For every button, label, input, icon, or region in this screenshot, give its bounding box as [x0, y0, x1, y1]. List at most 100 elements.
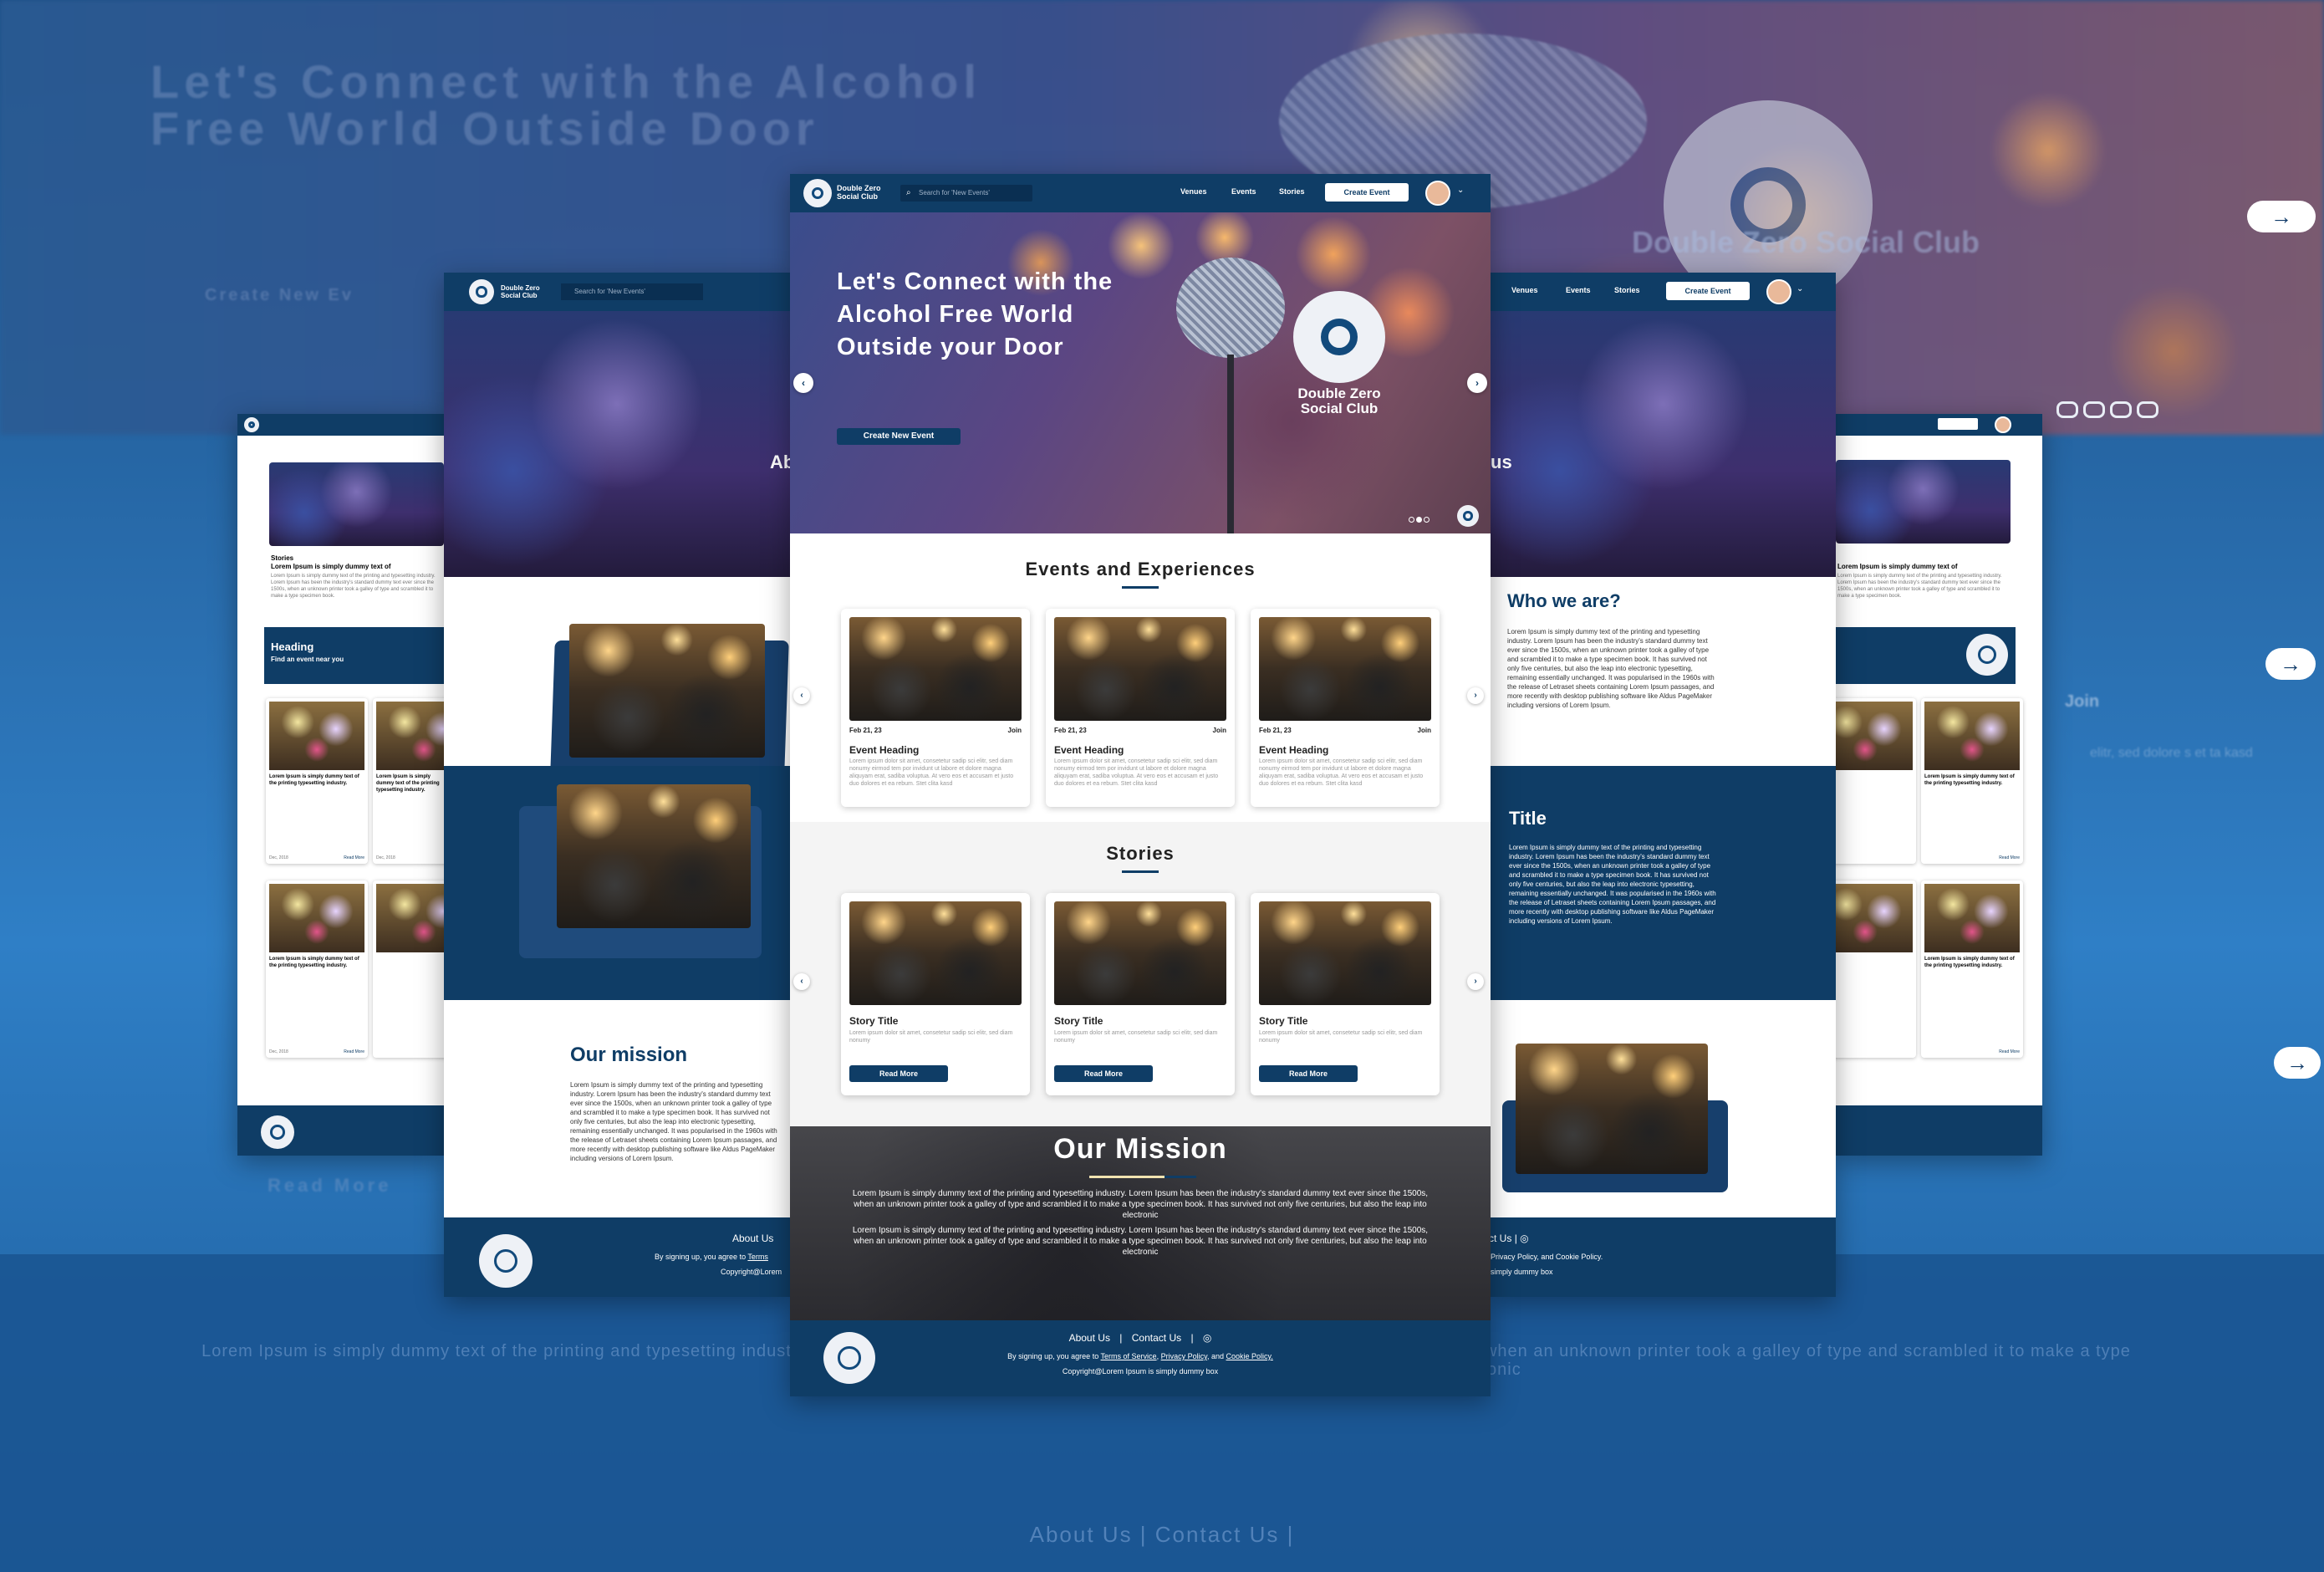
right-caret-icon[interactable]: ⌄ — [1797, 284, 1803, 293]
right-hero-heading: us — [1491, 452, 1512, 472]
left-footer-legal: By signing up, you agree to Terms — [655, 1253, 768, 1261]
contact-us-link[interactable]: Contact Us — [1132, 1332, 1181, 1344]
event-join-link[interactable]: Join — [1213, 727, 1226, 734]
cookie-link[interactable]: Cookie Policy. — [1226, 1352, 1273, 1360]
far-left-card-date: Dec, 2018 — [376, 855, 395, 860]
story-description: Lorem ipsum dolor sit amet, consetetur s… — [1259, 1030, 1423, 1044]
right-footer-contact[interactable]: ct Us | ◎ — [1491, 1233, 1529, 1244]
story-description: Lorem ipsum dolor sit amet, consetetur s… — [1054, 1030, 1218, 1044]
read-more-button[interactable]: Read More — [1259, 1065, 1358, 1082]
right-nav-venues[interactable]: Venues — [1511, 286, 1538, 294]
nav-stories[interactable]: Stories — [1279, 187, 1305, 196]
instagram-icon[interactable]: ◎ — [1203, 1332, 1211, 1344]
nav-venues[interactable]: Venues — [1180, 187, 1207, 196]
brand-logo[interactable] — [803, 179, 832, 207]
nav-events[interactable]: Events — [1231, 187, 1256, 196]
far-left-card-more[interactable]: Read More — [344, 854, 364, 863]
right-avatar[interactable] — [1766, 279, 1791, 304]
hero-pagination[interactable] — [1409, 512, 1431, 527]
mission-title: Our Mission — [1053, 1133, 1227, 1165]
far-right-card-image — [1924, 702, 2020, 770]
left-footer-about[interactable]: About Us — [732, 1233, 773, 1244]
mockup-right-about: Venues Events Stories Create Event ⌄ us … — [1491, 273, 1836, 1297]
mockup-home: Double Zero Social Club ⌕ Search for 'New … — [790, 174, 1491, 1396]
left-image-2 — [557, 784, 751, 928]
right-navbar: Venues Events Stories Create Event ⌄ — [1491, 273, 1836, 311]
far-left-footer-logo — [261, 1115, 294, 1149]
story-card[interactable]: Story Title Lorem ipsum dolor sit amet, … — [1046, 893, 1235, 1095]
background-hero-text: Let's Connect with the Alcohol Free Worl… — [150, 55, 981, 155]
stories-prev-arrow-icon[interactable]: ‹ — [793, 973, 810, 990]
far-left-heading-band: Heading Find an event near you — [264, 627, 444, 684]
hero-next-arrow-icon[interactable]: › — [1467, 373, 1487, 393]
instagram-icon[interactable]: ◎ — [1520, 1233, 1528, 1244]
far-right-footer — [1836, 1105, 2042, 1156]
footer-legal: By signing up, you agree to Terms of Ser… — [1007, 1352, 1273, 1360]
far-right-create-button[interactable] — [1938, 418, 1978, 430]
story-card[interactable]: Story Title Lorem ipsum dolor sit amet, … — [1251, 893, 1440, 1095]
background-snippet: elitr, sed dolore s et ta kasd — [2090, 746, 2253, 760]
right-nav-stories[interactable]: Stories — [1614, 286, 1640, 294]
events-section-title: Events and Experiences — [1025, 559, 1256, 579]
privacy-link[interactable]: Privacy Policy — [1161, 1352, 1207, 1360]
terms-link[interactable]: Terms of Service — [1101, 1352, 1157, 1360]
far-right-card-more[interactable]: Read More — [1999, 854, 2020, 863]
user-avatar[interactable] — [1425, 181, 1450, 206]
hero-prev-arrow-icon[interactable]: ‹ — [793, 373, 813, 393]
far-left-card-2: Lorem Ipsum is simply dummy text of the … — [373, 698, 444, 864]
event-card[interactable]: Feb 21, 23 Join Event Heading Lorem ipsu… — [1251, 609, 1440, 807]
event-join-link[interactable]: Join — [1008, 727, 1022, 734]
mission-paragraph-2: Lorem Ipsum is simply dummy text of the … — [852, 1226, 1429, 1257]
background-read-more: Read More — [268, 1175, 392, 1196]
story-card[interactable]: Story Title Lorem ipsum dolor sit amet, … — [841, 893, 1030, 1095]
story-image — [1054, 901, 1226, 1005]
event-card[interactable]: Feb 21, 23 Join Event Heading Lorem ipsu… — [1046, 609, 1235, 807]
far-left-card-more[interactable]: Read More — [344, 1048, 364, 1057]
stories-next-arrow-icon[interactable]: › — [1467, 973, 1484, 990]
create-event-button[interactable]: Create Event — [1325, 183, 1409, 202]
event-join-link[interactable]: Join — [1418, 727, 1431, 734]
events-next-arrow-icon[interactable]: › — [1467, 687, 1484, 704]
event-date: Feb 21, 23 — [1054, 727, 1087, 734]
far-left-story-text: Lorem Ipsum is simply dummy text of the … — [271, 574, 436, 599]
far-left-card-1: Lorem Ipsum is simply dummy text of the … — [266, 698, 368, 864]
right-footer-copy: simply dummy box — [1491, 1268, 1553, 1276]
search-input[interactable]: ⌕ Search for 'New Events' — [900, 185, 1032, 202]
far-right-card-2: Lorem Ipsum is simply dummy text of the … — [1921, 698, 2023, 864]
events-prev-arrow-icon[interactable]: ‹ — [793, 687, 810, 704]
left-mission-text: Lorem Ipsum is simply dummy text of the … — [570, 1081, 777, 1162]
event-heading: Event Heading — [1054, 744, 1124, 756]
about-us-link[interactable]: About Us — [1069, 1332, 1110, 1344]
event-image — [1054, 617, 1226, 721]
far-left-card-4 — [373, 880, 444, 1058]
right-create-event-button[interactable]: Create Event — [1666, 282, 1750, 300]
far-left-card-image — [269, 884, 364, 952]
create-new-event-button[interactable]: Create New Event — [837, 428, 961, 445]
background-footer-links: About Us | Contact Us | — [1029, 1522, 1295, 1547]
stories-title-underline — [1122, 870, 1159, 873]
left-brand: Double Zero Social Club — [501, 284, 540, 299]
chevron-down-icon[interactable]: ⌄ — [1457, 186, 1464, 195]
far-right-avatar[interactable] — [1995, 416, 2011, 433]
far-left-card-date: Dec, 2018 — [269, 855, 288, 860]
left-hero-image: Ab — [444, 311, 790, 577]
read-more-button[interactable]: Read More — [849, 1065, 948, 1082]
microphone-stand — [1227, 355, 1234, 533]
far-right-navbar — [1836, 414, 2042, 436]
far-right-card-more[interactable]: Read More — [1999, 1048, 2020, 1057]
left-search[interactable]: Search for 'New Events' — [561, 283, 703, 300]
background-next-arrow-2: → — [2265, 648, 2316, 680]
event-description: Lorem ipsum dolor sit amet, consetetur s… — [1054, 758, 1219, 787]
hero-title: Let's Connect with the Alcohol Free Worl… — [837, 268, 1114, 360]
far-right-card-title: Lorem Ipsum is simply dummy text of the … — [1924, 774, 2015, 786]
footer-links: About Us | Contact Us | ◎ — [790, 1332, 1491, 1344]
footer-separator: | — [1190, 1332, 1194, 1344]
event-card[interactable]: Feb 21, 23 Join Event Heading Lorem ipsu… — [841, 609, 1030, 807]
right-nav-events[interactable]: Events — [1566, 286, 1591, 294]
far-left-card-title: Lorem Ipsum is simply dummy text of the … — [376, 774, 440, 793]
mockup-far-right: Lorem Ipsum is simply dummy text of Lore… — [1836, 414, 2042, 1156]
mission-paragraph-1: Lorem Ipsum is simply dummy text of the … — [852, 1189, 1429, 1220]
right-footer-legal: Privacy Policy, and Cookie Policy. — [1491, 1253, 1603, 1261]
far-left-card-image — [376, 884, 444, 952]
read-more-button[interactable]: Read More — [1054, 1065, 1153, 1082]
